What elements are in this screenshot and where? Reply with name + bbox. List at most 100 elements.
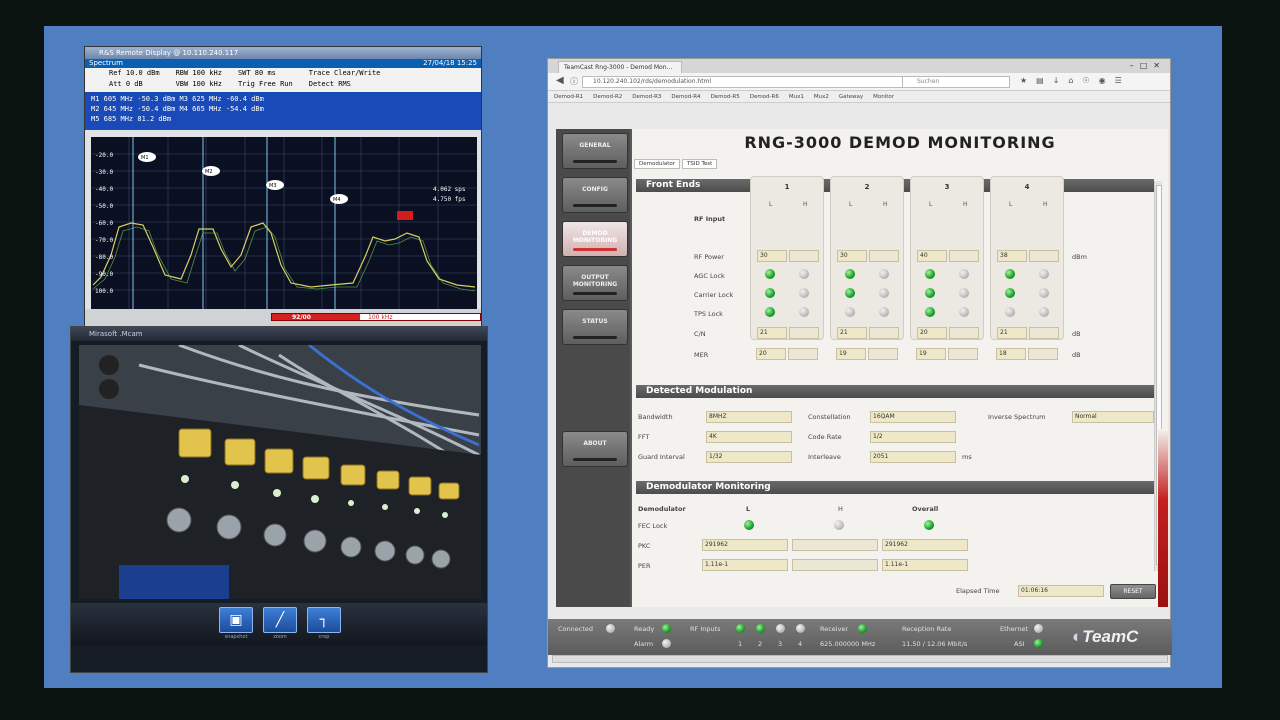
crop-button[interactable]: ┐: [307, 607, 341, 633]
page-title: RNG-3000 DEMOD MONITORING: [744, 133, 1056, 152]
tab-demodulator[interactable]: Demodulator: [634, 159, 680, 169]
col-overall: Overall: [912, 505, 939, 513]
window-controls[interactable]: –□✕: [1130, 61, 1166, 70]
carrier-lock-led: [799, 288, 809, 298]
bookmark[interactable]: Demod-R4: [671, 91, 700, 102]
rf-input-led-4: [796, 624, 805, 633]
reception-rate-label: Reception Rate: [902, 625, 952, 633]
horizontal-scrollbar[interactable]: [552, 655, 1168, 663]
spectrum-tab[interactable]: Spectrum: [89, 59, 123, 68]
rf-power-value: 40: [917, 250, 947, 262]
zoom-button[interactable]: ╱: [263, 607, 297, 633]
asi-led: [1034, 639, 1043, 648]
address-bar[interactable]: 10.120.240.102/rds/demodulation.html: [582, 76, 904, 88]
trace-mode: Trace Clear/Write: [308, 69, 381, 77]
interleave-label: Interleave: [808, 453, 841, 461]
cn-h-value: [949, 327, 979, 339]
toolbar-icons[interactable]: ★▤↓⌂☉◉☰: [1020, 76, 1131, 85]
y-tick: -70.0: [95, 237, 113, 244]
nav-status[interactable]: STATUS: [562, 309, 628, 345]
inverse-spectrum-value: Normal: [1072, 411, 1154, 423]
bookmark[interactable]: Demod-R6: [750, 91, 779, 102]
constellation-value: 16QAM: [870, 411, 956, 423]
channel-number: 1: [784, 183, 790, 191]
col-h: H: [838, 505, 843, 513]
y-tick: -80.0: [95, 254, 113, 261]
carrier-lock-led: [879, 288, 889, 298]
bookmark[interactable]: Monitor: [873, 91, 894, 102]
bookmark[interactable]: Mux2: [814, 91, 829, 102]
rf-input-led-3: [776, 624, 785, 633]
demod-app: GENERAL CONFIG DEMOD MONITORING OUTPUT M…: [556, 129, 1168, 607]
nav-output-monitoring[interactable]: OUTPUT MONITORING: [562, 265, 628, 301]
y-tick: -30.0: [95, 169, 113, 176]
brand-text: TeamC: [1082, 627, 1139, 646]
nav-config[interactable]: CONFIG: [562, 177, 628, 213]
h-label: H: [883, 201, 888, 208]
rf-input-label: RF Input: [694, 215, 726, 223]
rf-input-num-4: 4: [798, 640, 803, 648]
agc-lock-led: [925, 269, 935, 279]
snapshot-label: snapshot: [224, 634, 248, 640]
l-label: L: [769, 201, 773, 208]
spectrum-window: R&S Remote Display @ 10.110.240.117 Spec…: [84, 46, 482, 328]
rf-power-label: RF Power: [694, 253, 724, 261]
bookmark[interactable]: Demod-R5: [711, 91, 740, 102]
bookmark[interactable]: Mux1: [789, 91, 804, 102]
marker-lines: [132, 137, 336, 309]
spectrum-titlebar[interactable]: R&S Remote Display @ 10.110.240.117: [85, 47, 481, 59]
nav-about[interactable]: ABOUT: [562, 431, 628, 467]
tps-lock-led: [845, 307, 855, 317]
bandwidth-value: 8MHZ: [706, 411, 792, 423]
tab-tsid-test[interactable]: TSID Test: [682, 159, 718, 169]
rf-input-num-1: 1: [738, 640, 743, 648]
channel-1: 1 L H 30 21: [750, 176, 824, 340]
nav-demod-monitoring[interactable]: DEMOD MONITORING: [562, 221, 628, 257]
spectrum-status-strip: 92/00 100 kHz: [85, 309, 481, 327]
bookmark[interactable]: Gateway: [839, 91, 863, 102]
rf-input-num-3: 3: [778, 640, 783, 648]
back-icon[interactable]: ◀: [556, 75, 564, 86]
mer-h-value: [868, 348, 898, 360]
snapshot-button[interactable]: ▣: [219, 607, 253, 633]
reset-button[interactable]: RESET: [1110, 584, 1156, 599]
rbw: RBW 100 kHz: [175, 69, 222, 77]
bookmark[interactable]: Demod-R3: [632, 91, 661, 102]
mer-label: MER: [694, 351, 709, 359]
inverse-spectrum-label: Inverse Spectrum: [988, 413, 1046, 421]
tps-lock-led: [1005, 307, 1015, 317]
readout-fps: 4.750 fps: [433, 196, 466, 203]
marker-row: M2 645 MHz -50.4 dBm M4 665 MHz -54.4 dB…: [91, 105, 264, 113]
rf-input-led-2: [756, 624, 765, 633]
mer-value-2: 19: [836, 348, 866, 360]
carrier-lock-led: [845, 288, 855, 298]
y-tick: -50.0: [95, 203, 113, 210]
pkc-l-value: 291962: [702, 539, 788, 551]
info-icon[interactable]: ⓘ: [570, 76, 578, 87]
cn-unit: dB: [1072, 330, 1081, 338]
demod-monitoring-header: Demodulator Monitoring: [636, 481, 1154, 494]
spectrum-plot[interactable]: -20.0 -30.0 -40.0 -50.0 -60.0 -70.0 -80.…: [91, 137, 477, 309]
bookmark[interactable]: Demod-R1: [554, 91, 583, 102]
search-input[interactable]: Suchen: [902, 76, 1010, 88]
tps-lock-led: [925, 307, 935, 317]
alarm-led: [662, 639, 671, 648]
channel-number: 4: [1024, 183, 1030, 191]
ethernet-led: [1034, 624, 1043, 633]
tps-lock-led: [959, 307, 969, 317]
channel-number: 2: [864, 183, 870, 191]
constellation-label: Constellation: [808, 413, 851, 421]
fec-lock-label: FEC Lock: [638, 522, 668, 530]
nav-general[interactable]: GENERAL: [562, 133, 628, 169]
cn-label: C/N: [694, 330, 706, 338]
per-label: PER: [638, 562, 651, 570]
bookmark[interactable]: Demod-R2: [593, 91, 622, 102]
browser-tab[interactable]: TeamCast Rng-3000 - Demod Mon...: [558, 61, 682, 73]
mer-value-1: 20: [756, 348, 786, 360]
carrier-lock-led: [765, 288, 775, 298]
span-readout: 100 kHz: [360, 314, 480, 321]
browser-window: TeamCast Rng-3000 - Demod Mon... –□✕ ◀ ⓘ…: [547, 58, 1172, 668]
l-label: L: [1009, 201, 1013, 208]
camera-titlebar[interactable]: Mirasoft .Mcam: [71, 327, 487, 341]
attenuation: Att 0 dB: [109, 80, 143, 88]
